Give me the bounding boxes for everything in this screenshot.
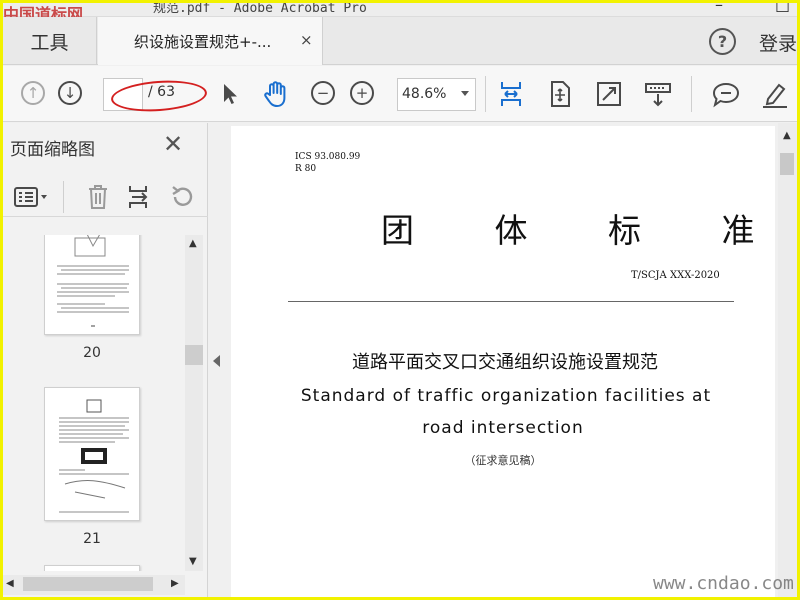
acrobat-window: 中国道标网 规范.pdf - Adobe Acrobat Pro – □ 工具 … [3, 3, 797, 597]
login-button[interactable]: 登录 [759, 29, 797, 56]
zoom-in-button[interactable]: + [350, 81, 374, 105]
close-tab-icon[interactable]: × [300, 31, 313, 49]
page-thumbnail[interactable] [44, 565, 140, 571]
help-icon[interactable]: ? [709, 28, 736, 55]
toolbar-divider [691, 76, 692, 112]
hscrollbar-thumb[interactable] [23, 577, 153, 591]
tab-document-label: 织设施设置规范+-... [134, 33, 272, 51]
scroll-left-icon[interactable]: ◀ [6, 579, 14, 589]
zoom-value: 48.6% [402, 86, 447, 102]
scroll-right-icon[interactable]: ▶ [171, 579, 179, 589]
tab-bar: 工具 织设施设置规范+-... × ? 登录 [3, 17, 797, 65]
scrollbar-thumb[interactable] [780, 153, 794, 175]
scrollbar-thumb[interactable] [185, 345, 203, 365]
standard-number: T/SCJA XXX-2020 [631, 270, 720, 281]
select-tool-icon[interactable] [215, 78, 245, 110]
standard-english-name-line2: road intersection [422, 418, 584, 438]
rotate-page-icon[interactable] [545, 78, 575, 110]
watermark-bottom: www.cndao.com [653, 573, 794, 594]
options-menu-icon[interactable] [13, 181, 51, 213]
full-screen-icon[interactable] [594, 78, 624, 110]
title-rule [288, 301, 734, 302]
window-title-bar: 中国道标网 规范.pdf - Adobe Acrobat Pro – □ [3, 3, 797, 24]
panel-divider [63, 181, 64, 213]
zoom-select[interactable]: 48.6% [397, 78, 476, 111]
thumbnails-panel: 页面缩略图 ✕ 20 21 ▲ ▼ ◀ ▶ [3, 123, 208, 597]
panel-collapse-handle[interactable] [209, 123, 225, 597]
page-thumbnail[interactable] [44, 387, 140, 521]
tab-document[interactable]: 织设施设置规范+-... × [98, 17, 323, 65]
standard-chinese-name: 道路平面交叉口交通组织设施设置规范 [352, 352, 658, 373]
thumbnail-page-number: 20 [83, 345, 101, 361]
document-scrollbar[interactable]: ▲ [778, 123, 797, 597]
fit-width-icon[interactable] [496, 78, 526, 110]
standard-english-name-line1: Standard of traffic organization facilit… [300, 386, 712, 406]
chevron-down-icon [461, 91, 469, 96]
big-title: 团 体 标 准 [381, 211, 790, 250]
maximize-button[interactable]: □ [775, 3, 790, 14]
page-thumbnail[interactable] [44, 235, 140, 335]
collapse-arrow-icon [213, 355, 220, 367]
thumbnail-hscrollbar[interactable]: ◀ ▶ [3, 575, 185, 595]
draft-label: （征求意见稿） [464, 454, 542, 467]
ics-code: ICS 93.080.99 [295, 152, 361, 162]
toolbar-divider [485, 76, 486, 112]
scroll-down-icon[interactable]: ▼ [189, 557, 197, 567]
panel-title: 页面缩略图 [10, 140, 95, 160]
main-toolbar: ↑ ↓ / 63 − + 48.6% [3, 66, 797, 122]
minimize-button[interactable]: – [715, 3, 723, 14]
panel-toolbar [3, 177, 208, 217]
scroll-up-icon[interactable]: ▲ [783, 131, 791, 141]
highlight-pen-icon[interactable] [760, 78, 790, 110]
pdf-page: ICS 93.080.99 R 80 团 体 标 准 T/SCJA XXX-20… [231, 126, 775, 597]
scrolling-mode-icon[interactable] [643, 78, 673, 110]
thumbnail-scrollbar[interactable]: ▲ ▼ [185, 235, 203, 571]
tab-tools[interactable]: 工具 [3, 17, 97, 65]
window-title: 规范.pdf - Adobe Acrobat Pro [153, 3, 367, 16]
thumbnail-page-number: 21 [83, 531, 101, 547]
comment-icon[interactable] [711, 78, 741, 110]
next-page-button[interactable]: ↓ [58, 81, 82, 105]
document-view: ICS 93.080.99 R 80 团 体 标 准 T/SCJA XXX-20… [225, 123, 797, 597]
insert-page-icon[interactable] [125, 181, 155, 213]
r-code: R 80 [295, 164, 317, 174]
thumbnail-list: 20 21 [3, 235, 183, 571]
undo-icon[interactable] [167, 181, 197, 213]
delete-page-icon[interactable] [83, 181, 113, 213]
hand-tool-icon[interactable] [261, 78, 291, 110]
close-panel-icon[interactable]: ✕ [163, 130, 183, 158]
zoom-out-button[interactable]: − [311, 81, 335, 105]
previous-page-button[interactable]: ↑ [21, 81, 45, 105]
scroll-up-icon[interactable]: ▲ [189, 239, 197, 249]
